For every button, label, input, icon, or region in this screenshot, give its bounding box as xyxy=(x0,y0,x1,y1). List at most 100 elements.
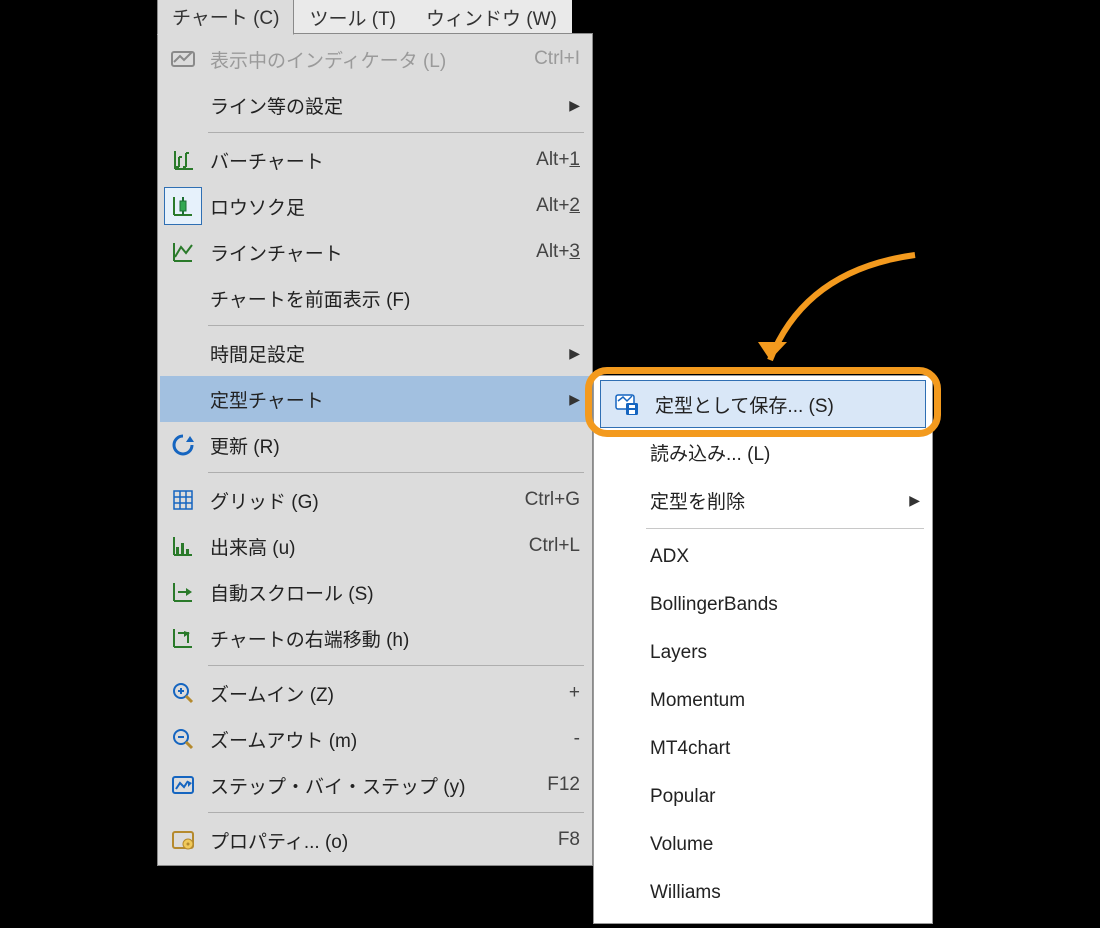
zoom-in-icon xyxy=(164,674,202,712)
menu-item-icon-empty xyxy=(164,279,202,317)
menu-item-label: チャートを前面表示 (F) xyxy=(210,285,580,312)
menu-separator xyxy=(208,472,584,473)
submenu-item[interactable]: Layers xyxy=(596,629,930,677)
submenu-item-label: 定型として保存... (S) xyxy=(655,391,915,418)
submenu-item-label: Momentum xyxy=(650,690,920,712)
submenu-item-label: Popular xyxy=(650,786,920,808)
grid-icon xyxy=(170,487,196,513)
submenu-arrow-icon: ▶ xyxy=(569,97,580,114)
submenu-item-label: BollingerBands xyxy=(650,594,920,616)
menu-item[interactable]: 自動スクロール (S) xyxy=(160,569,590,615)
menu-separator xyxy=(208,325,584,326)
menu-item-icon-empty xyxy=(164,380,202,418)
menu-item-label: ズームアウト (m) xyxy=(210,726,566,753)
submenu-item-label: Williams xyxy=(650,882,920,904)
menu-item[interactable]: グリッド (G) Ctrl+G xyxy=(160,477,590,523)
menu-item-shortcut: F8 xyxy=(558,829,580,851)
shift-icon xyxy=(170,625,196,651)
autoscroll-icon xyxy=(170,579,196,605)
submenu-item-label: 読み込み... (L) xyxy=(650,439,920,466)
candle-chart-icon xyxy=(170,193,196,219)
save-template-icon xyxy=(613,391,639,417)
menu-item[interactable]: ライン等の設定 ▶ xyxy=(160,82,590,128)
menu-item-icon-empty xyxy=(602,877,640,909)
line-chart-icon xyxy=(164,233,202,271)
zoom-in-icon xyxy=(170,680,196,706)
submenu-arrow-icon: ▶ xyxy=(909,492,920,509)
menu-item-label: 定型チャート xyxy=(210,386,561,413)
menu-item[interactable]: プロパティ... (o) F8 xyxy=(160,817,590,863)
menu-item-icon-empty xyxy=(602,589,640,621)
menu-item[interactable]: 時間足設定▶ xyxy=(160,330,590,376)
menu-item[interactable]: ズームアウト (m)- xyxy=(160,716,590,762)
candle-chart-icon xyxy=(164,187,202,225)
menu-item: 表示中のインディケータ (L) Ctrl+I xyxy=(160,36,590,82)
properties-icon xyxy=(170,827,196,853)
menu-item-shortcut: + xyxy=(569,682,580,704)
menu-item-icon-empty xyxy=(602,733,640,765)
menu-item-icon-empty xyxy=(602,436,640,468)
line-chart-icon xyxy=(170,239,196,265)
menu-item-shortcut: Ctrl+I xyxy=(534,48,580,70)
menu-item-icon-empty xyxy=(602,781,640,813)
submenu-item[interactable]: 定型として保存... (S) xyxy=(600,380,926,428)
menu-item-shortcut: Ctrl+L xyxy=(529,535,580,557)
submenu-item-label: Volume xyxy=(650,834,920,856)
menu-item[interactable]: ズームイン (Z)+ xyxy=(160,670,590,716)
menu-item[interactable]: バーチャートAlt+1 xyxy=(160,137,590,183)
menu-item-label: ステップ・バイ・ステップ (y) xyxy=(210,772,539,799)
submenu-item[interactable]: Momentum xyxy=(596,677,930,725)
refresh-icon xyxy=(164,426,202,464)
indicator-icon xyxy=(170,46,196,72)
menu-item-label: ライン等の設定 xyxy=(210,92,561,119)
menu-item[interactable]: ステップ・バイ・ステップ (y) F12 xyxy=(160,762,590,808)
menu-item[interactable]: チャートの右端移動 (h) xyxy=(160,615,590,661)
menu-item-label: グリッド (G) xyxy=(210,487,517,514)
submenu-item-label: ADX xyxy=(650,546,920,568)
step-icon xyxy=(170,772,196,798)
menu-item-shortcut: - xyxy=(574,728,580,750)
menu-item-icon-empty xyxy=(602,829,640,861)
callout-arrow xyxy=(745,250,925,390)
menu-item-label: ラインチャート xyxy=(210,239,528,266)
menu-item[interactable]: ラインチャートAlt+3 xyxy=(160,229,590,275)
menu-separator xyxy=(208,812,584,813)
template-submenu: 定型として保存... (S) 読み込み... (L) 定型を削除▶ ADX Bollin… xyxy=(593,375,933,924)
menu-separator xyxy=(208,132,584,133)
shift-icon xyxy=(164,619,202,657)
submenu-item-label: MT4chart xyxy=(650,738,920,760)
menu-item-shortcut: Alt+2 xyxy=(536,195,580,217)
menu-item[interactable]: 定型チャート▶ xyxy=(160,376,590,422)
chart-menu-dropdown: 表示中のインディケータ (L) Ctrl+I ライン等の設定 ▶ バーチャートAlt+1… xyxy=(157,33,593,866)
bar-chart-icon xyxy=(170,147,196,173)
menu-bar: チャート (C)ツール (T)ウィンドウ (W) xyxy=(157,0,572,35)
menu-item-label: 更新 (R) xyxy=(210,432,580,459)
menu-item-icon-empty xyxy=(164,86,202,124)
indicator-icon xyxy=(164,40,202,78)
menu-item-label: 時間足設定 xyxy=(210,340,561,367)
submenu-item[interactable]: MT4chart xyxy=(596,725,930,773)
volume-icon xyxy=(170,533,196,559)
menu-tab[interactable]: ツール (T) xyxy=(294,0,411,35)
menu-item[interactable]: 出来高 (u)Ctrl+L xyxy=(160,523,590,569)
menu-item-icon-empty xyxy=(602,484,640,516)
submenu-item[interactable]: BollingerBands xyxy=(596,581,930,629)
menu-item[interactable]: チャートを前面表示 (F) xyxy=(160,275,590,321)
submenu-item[interactable]: Volume xyxy=(596,821,930,869)
properties-icon xyxy=(164,821,202,859)
menu-item-shortcut: F12 xyxy=(547,774,580,796)
submenu-item[interactable]: ADX xyxy=(596,533,930,581)
menu-tab[interactable]: ウィンドウ (W) xyxy=(411,0,572,35)
menu-tab[interactable]: チャート (C) xyxy=(157,0,294,35)
step-icon xyxy=(164,766,202,804)
submenu-item[interactable]: 定型を削除▶ xyxy=(596,476,930,524)
menu-item[interactable]: 更新 (R) xyxy=(160,422,590,468)
submenu-item[interactable]: Williams xyxy=(596,869,930,917)
menu-item-label: プロパティ... (o) xyxy=(210,827,550,854)
menu-item-shortcut: Ctrl+G xyxy=(525,489,580,511)
menu-item-label: 表示中のインディケータ (L) xyxy=(210,46,526,73)
submenu-item[interactable]: 読み込み... (L) xyxy=(596,428,930,476)
submenu-item[interactable]: Popular xyxy=(596,773,930,821)
zoom-out-icon xyxy=(164,720,202,758)
menu-item[interactable]: ロウソク足Alt+2 xyxy=(160,183,590,229)
